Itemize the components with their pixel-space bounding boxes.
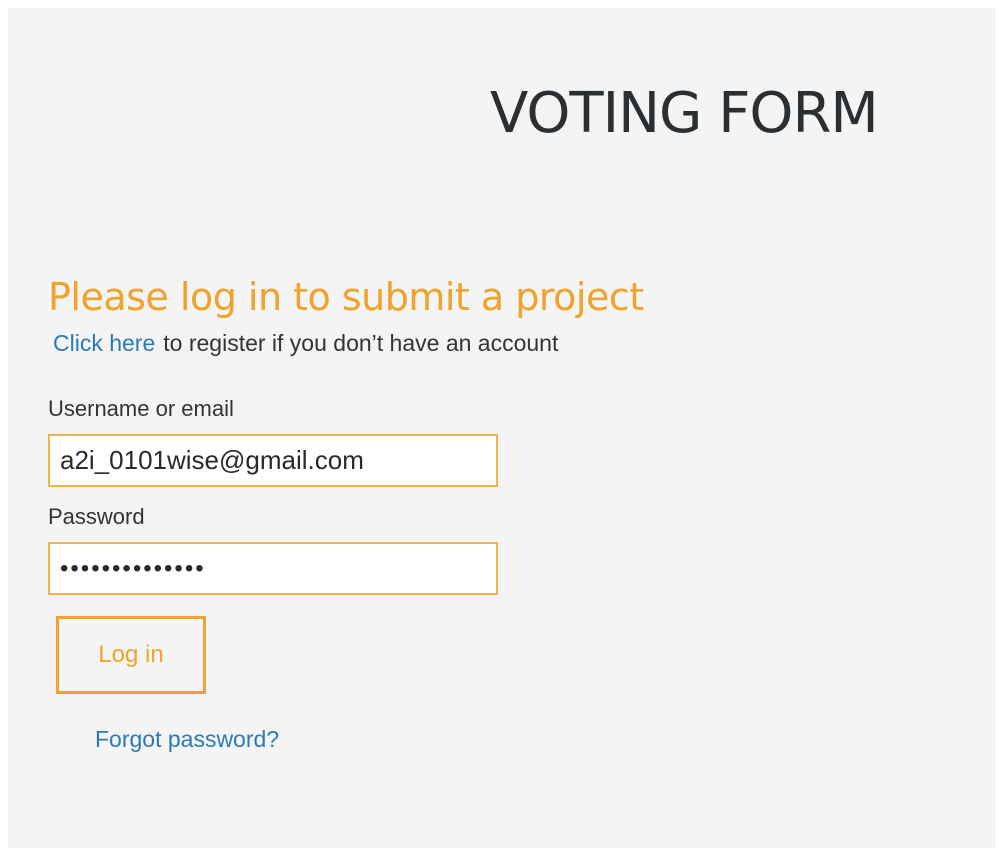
login-panel: VOTING FORM Please log in to submit a pr…	[8, 8, 996, 848]
login-heading: Please log in to submit a project	[48, 275, 644, 319]
username-label: Username or email	[48, 396, 234, 421]
register-link[interactable]: Click here	[53, 330, 155, 356]
forgot-password-link[interactable]: Forgot password?	[95, 726, 279, 753]
register-text: to register if you don’t have an account	[163, 330, 559, 356]
password-label: Password	[48, 504, 145, 529]
login-button[interactable]: Log in	[56, 616, 206, 694]
username-field[interactable]	[48, 434, 498, 487]
page-title: VOTING FORM	[490, 81, 879, 146]
password-field[interactable]	[48, 542, 498, 595]
register-prompt: Click here to register if you don’t have …	[53, 330, 558, 357]
